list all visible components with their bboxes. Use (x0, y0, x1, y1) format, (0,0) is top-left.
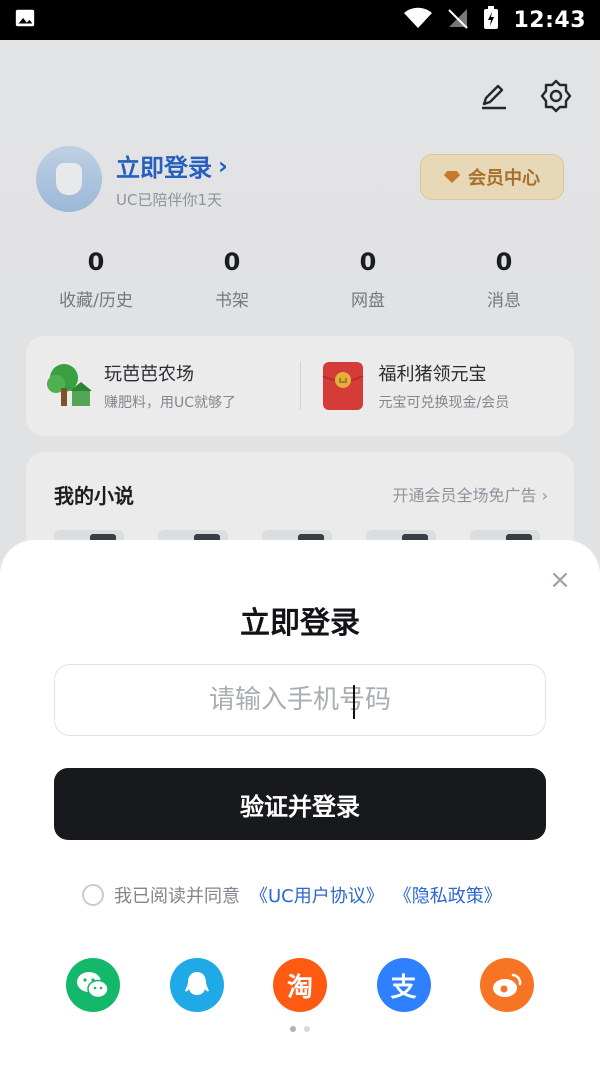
agreement-text: 我已阅读并同意 (114, 886, 240, 907)
image-icon (14, 7, 36, 33)
weibo-icon[interactable] (480, 958, 534, 1012)
pager-dot (290, 1026, 296, 1032)
pager-dots (0, 1026, 600, 1032)
battery-charging-icon (483, 6, 499, 34)
wifi-icon (403, 7, 433, 33)
social-login-row: 淘 支 (66, 958, 534, 1012)
close-icon[interactable]: × (548, 565, 572, 595)
phone-input-box[interactable] (54, 664, 546, 736)
agreement-checkbox[interactable] (82, 884, 104, 906)
verify-login-button[interactable]: 验证并登录 (54, 768, 546, 840)
user-agreement-link[interactable]: 《UC用户协议》 (250, 882, 384, 908)
privacy-policy-link[interactable]: 《隐私政策》 (394, 882, 502, 908)
wechat-icon[interactable] (66, 958, 120, 1012)
verify-login-label: 验证并登录 (240, 792, 360, 821)
status-time: 12:43 (513, 7, 586, 33)
pager-dot (304, 1026, 310, 1032)
status-bar: 12:43 (0, 0, 600, 40)
taobao-icon[interactable]: 淘 (273, 958, 327, 1012)
login-sheet-title: 立即登录 (240, 606, 360, 641)
phone-input[interactable] (55, 665, 545, 735)
login-sheet: × 立即登录 验证并登录 我已阅读并同意 《UC用户协议》 《隐私政策》 淘 支 (0, 540, 600, 1066)
no-signal-icon (447, 7, 469, 33)
agreement-row: 我已阅读并同意 《UC用户协议》 《隐私政策》 (82, 882, 502, 908)
qq-icon[interactable] (169, 958, 224, 1012)
alipay-glyph: 支 (390, 972, 417, 1003)
alipay-icon[interactable]: 支 (376, 958, 431, 1012)
taobao-glyph: 淘 (286, 972, 313, 1003)
text-caret (353, 685, 355, 719)
